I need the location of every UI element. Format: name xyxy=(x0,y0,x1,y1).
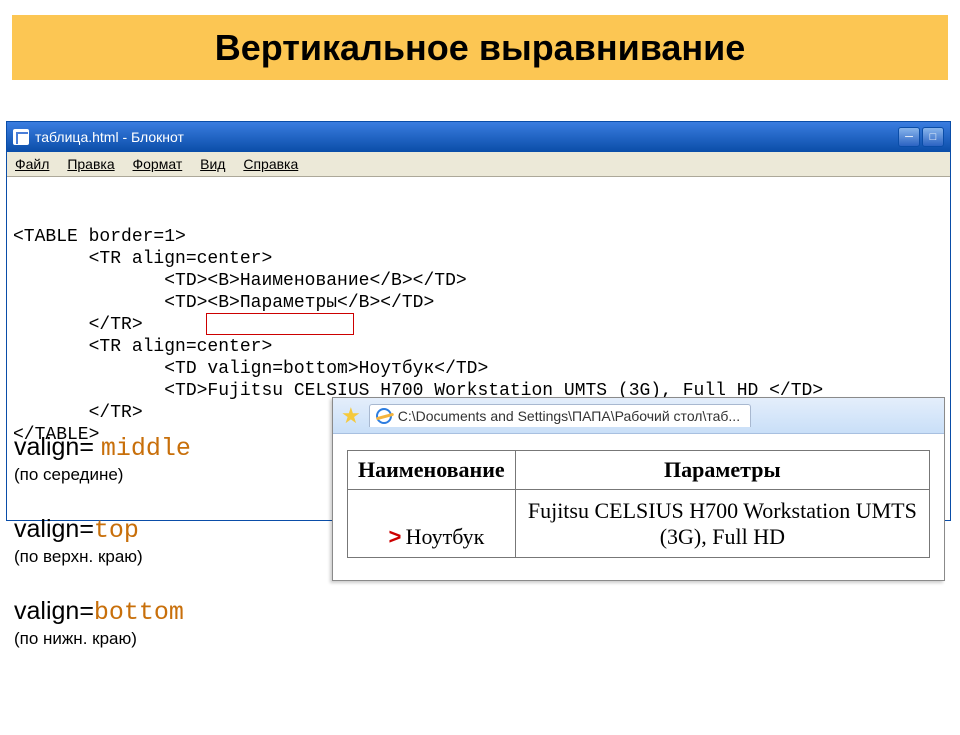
slide-title: Вертикальное выравнивание xyxy=(215,27,746,69)
ie-icon xyxy=(376,408,392,424)
minimize-button[interactable]: ─ xyxy=(898,127,920,147)
maximize-button[interactable]: □ xyxy=(922,127,944,147)
legend-item-bottom: valign=bottom (по нижн. краю) xyxy=(14,597,191,653)
tab-path: C:\Documents and Settings\ПАПА\Рабочий с… xyxy=(398,408,740,424)
highlight-box xyxy=(206,313,354,335)
browser-tab[interactable]: C:\Documents and Settings\ПАПА\Рабочий с… xyxy=(369,404,751,427)
notepad-titlebar: таблица.html - Блокнот ─ □ xyxy=(7,122,950,152)
browser-content: Наименование Параметры >Ноутбук Fujitsu … xyxy=(333,434,944,580)
menu-format[interactable]: Формат xyxy=(133,156,183,172)
favorites-icon[interactable]: ★ xyxy=(341,403,361,429)
rendered-table: Наименование Параметры >Ноутбук Fujitsu … xyxy=(347,450,930,558)
table-row: >Ноутбук Fujitsu CELSIUS H700 Workstatio… xyxy=(348,490,930,558)
header-params: Параметры xyxy=(515,451,929,490)
arrow-marker: > xyxy=(388,526,401,551)
slide-title-bar: Вертикальное выравнивание xyxy=(12,15,948,80)
menu-view[interactable]: Вид xyxy=(200,156,225,172)
menu-help[interactable]: Справка xyxy=(243,156,298,172)
notepad-title: таблица.html - Блокнот xyxy=(35,129,184,145)
header-name: Наименование xyxy=(348,451,516,490)
notepad-icon xyxy=(13,129,29,145)
valign-legend: valign= middle (по середине) valign=top … xyxy=(14,433,191,679)
cell-params: Fujitsu CELSIUS H700 Workstation UMTS (3… xyxy=(515,490,929,558)
legend-item-top: valign=top (по верхн. краю) xyxy=(14,515,191,571)
menu-file[interactable]: Файл xyxy=(15,156,49,172)
table-header-row: Наименование Параметры xyxy=(348,451,930,490)
window-controls: ─ □ xyxy=(898,127,944,147)
legend-item-middle: valign= middle (по середине) xyxy=(14,433,191,489)
cell-name: >Ноутбук xyxy=(348,490,516,558)
notepad-menubar: Файл Правка Формат Вид Справка xyxy=(7,152,950,177)
browser-tabbar: ★ C:\Documents and Settings\ПАПА\Рабочий… xyxy=(333,398,944,434)
browser-window: ★ C:\Documents and Settings\ПАПА\Рабочий… xyxy=(332,397,945,581)
menu-edit[interactable]: Правка xyxy=(67,156,114,172)
